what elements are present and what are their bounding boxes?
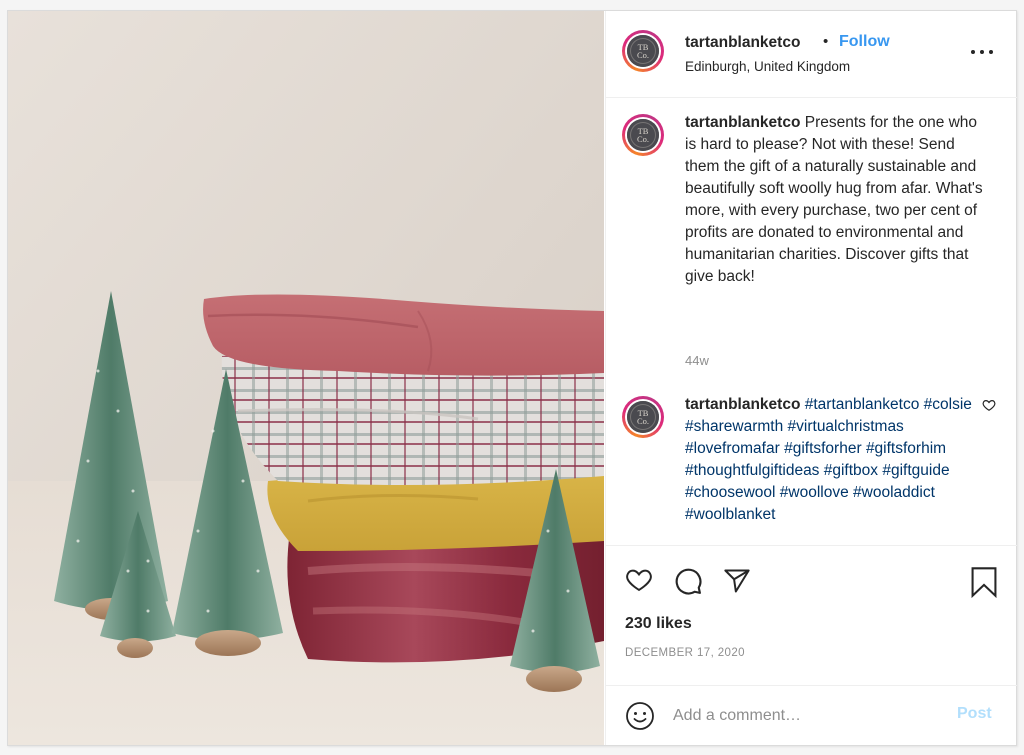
post-details-panel: TB Co. tartanblanketco • Follow Edinburg… xyxy=(605,11,1017,745)
separator-dot: • xyxy=(823,33,829,50)
post-actions: 230 likes DECEMBER 17, 2020 xyxy=(606,545,1017,696)
hashtag-link[interactable]: #giftbox xyxy=(824,462,878,479)
hashtag-link[interactable]: #sharewarmth xyxy=(685,418,783,435)
hashtag-link[interactable]: #giftsforher xyxy=(784,440,862,457)
hashtag-link[interactable]: #virtualchristmas xyxy=(788,418,904,435)
comment-input[interactable] xyxy=(673,703,943,729)
hashtag-link[interactable]: #tartanblanketco xyxy=(805,396,920,413)
username-link[interactable]: tartanblanketco xyxy=(685,34,800,52)
hashtag-link[interactable]: #woollove xyxy=(780,484,849,501)
location-link[interactable]: Edinburgh, United Kingdom xyxy=(685,59,850,74)
brand-logo: TB Co. xyxy=(627,35,659,67)
instagram-post-card: TB Co. tartanblanketco • Follow Edinburg… xyxy=(7,10,1017,746)
comment-text: tartanblanketco #tartanblanketco #colsie… xyxy=(685,394,985,526)
hashtag-link[interactable]: #choosewool xyxy=(685,484,775,501)
likes-count[interactable]: 230 likes xyxy=(625,615,692,633)
comment-icon[interactable] xyxy=(673,566,703,596)
post-comment-button[interactable]: Post xyxy=(957,705,992,723)
caption-username[interactable]: tartanblanketco xyxy=(685,114,800,131)
hashtag-link[interactable]: #giftguide xyxy=(882,462,949,479)
avatar[interactable]: TB Co. xyxy=(622,114,664,156)
post-date[interactable]: DECEMBER 17, 2020 xyxy=(625,647,745,659)
hashtag-link[interactable]: #thoughtfulgiftideas xyxy=(685,462,819,479)
post-photo-illustration xyxy=(8,11,604,745)
post-photo[interactable] xyxy=(8,11,604,745)
heart-icon[interactable] xyxy=(982,398,996,412)
more-options-icon[interactable] xyxy=(971,48,993,56)
hashtag-link[interactable]: #giftsforhim xyxy=(866,440,946,457)
add-comment-bar: Post xyxy=(606,685,1017,746)
caption-age[interactable]: 44w xyxy=(685,353,709,368)
brand-logo: TB Co. xyxy=(627,119,659,151)
hashtag-link[interactable]: #colsie xyxy=(924,396,972,413)
follow-button[interactable]: Follow xyxy=(839,33,890,51)
share-icon[interactable] xyxy=(722,567,752,595)
comments-list[interactable]: TB Co. tartanblanketco Presents for the … xyxy=(606,98,1017,545)
avatar[interactable]: TB Co. xyxy=(622,396,664,438)
hashtag-link[interactable]: #lovefromafar xyxy=(685,440,780,457)
hashtag-link[interactable]: #woolblanket xyxy=(685,506,775,523)
comment-username[interactable]: tartanblanketco xyxy=(685,396,800,413)
hashtag-link[interactable]: #wooladdict xyxy=(853,484,935,501)
avatar[interactable]: TB Co. xyxy=(622,30,664,72)
emoji-icon[interactable] xyxy=(625,701,655,731)
post-header: TB Co. tartanblanketco • Follow Edinburg… xyxy=(606,11,1017,98)
brand-logo: TB Co. xyxy=(627,401,659,433)
caption-text: tartanblanketco Presents for the one who… xyxy=(685,112,985,288)
heart-icon[interactable] xyxy=(624,566,654,594)
bookmark-icon[interactable] xyxy=(970,566,998,598)
caption-body: Presents for the one who is hard to plea… xyxy=(685,114,983,285)
